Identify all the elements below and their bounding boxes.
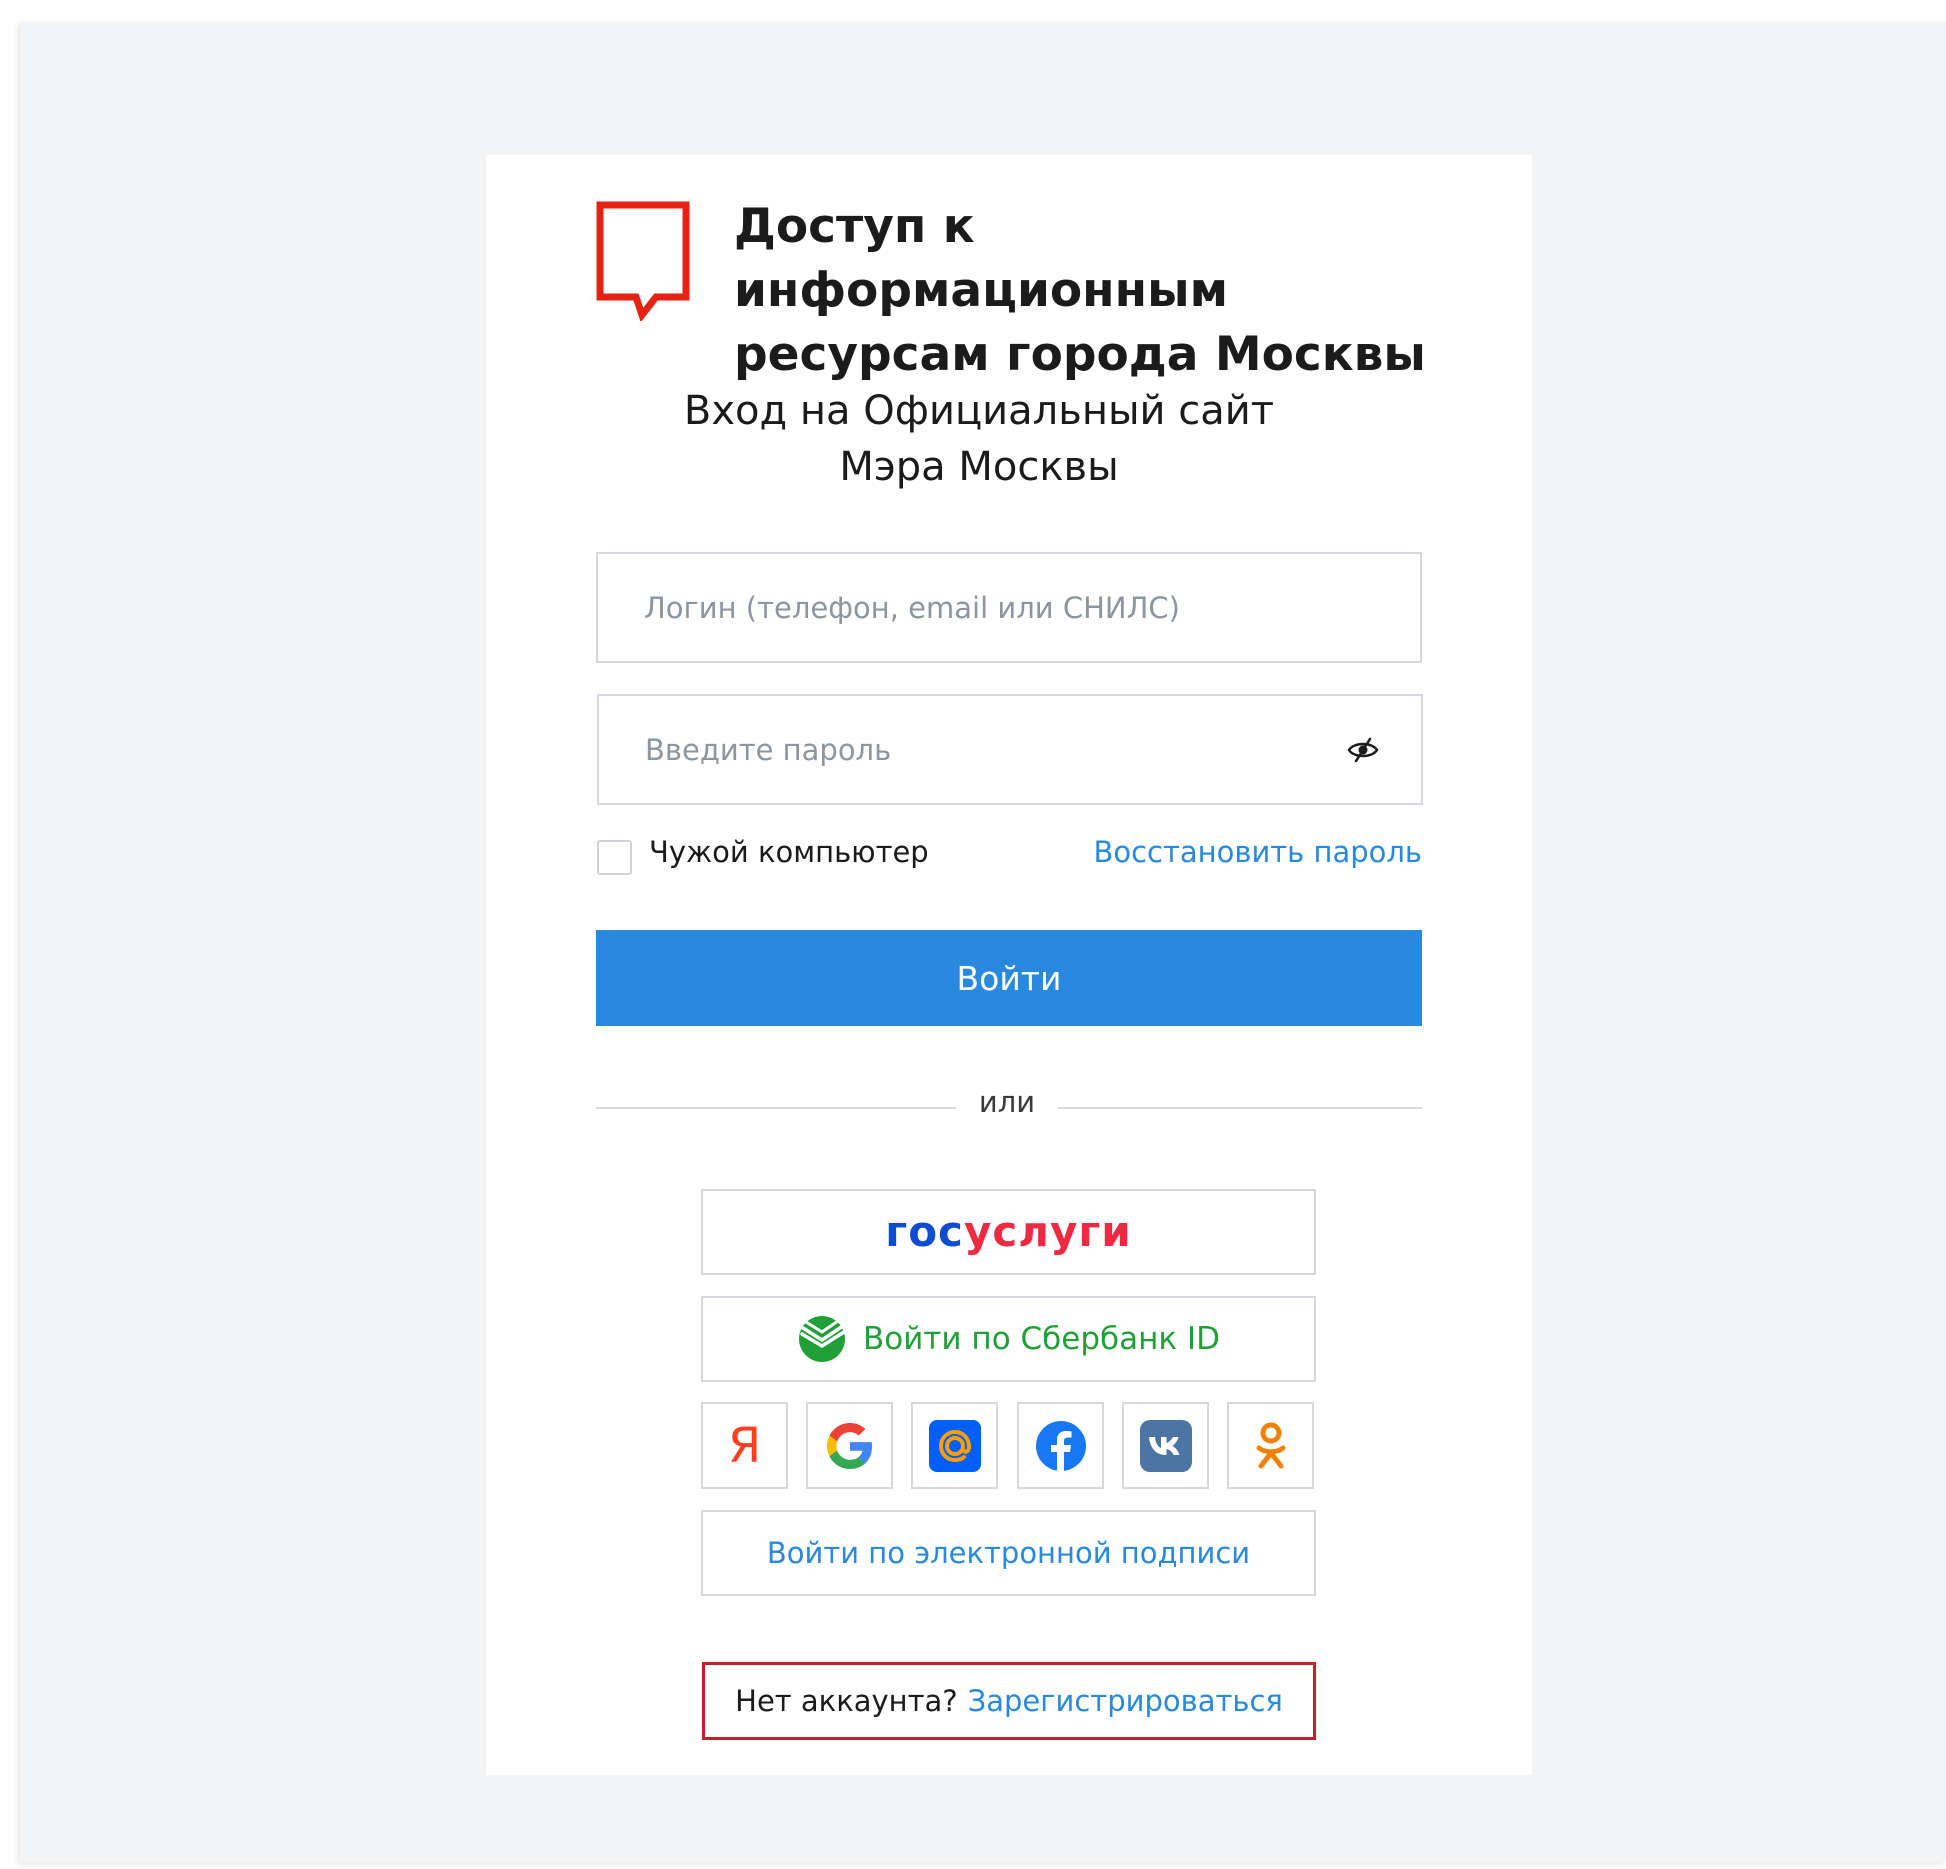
odnoklassniki-login-button[interactable] — [1227, 1402, 1314, 1489]
login-card: Доступ к информационным ресурсам города … — [486, 155, 1532, 1775]
sber-id-button[interactable]: Войти по Сбербанк ID — [701, 1296, 1316, 1382]
sber-id-label: Войти по Сбербанк ID — [862, 1321, 1220, 1357]
sber-icon — [798, 1316, 846, 1362]
divider-right-line — [1058, 1107, 1422, 1109]
password-input[interactable] — [645, 696, 1325, 803]
password-field[interactable] — [597, 694, 1423, 805]
register-link[interactable]: Зарегистрироваться — [968, 1684, 1283, 1718]
facebook-icon — [1035, 1420, 1086, 1472]
register-prompt-text: Нет аккаунта? — [735, 1684, 958, 1718]
register-prompt: Нет аккаунта? Зарегистрироваться — [702, 1662, 1316, 1740]
vk-icon — [1139, 1419, 1192, 1472]
gosuslugi-logo-part2: услуги — [963, 1207, 1132, 1256]
divider-left-line — [596, 1107, 956, 1109]
login-input[interactable] — [644, 554, 1324, 661]
login-submit-button[interactable]: Войти — [596, 930, 1422, 1026]
esignature-login-button[interactable]: Войти по электронной подписи — [701, 1510, 1316, 1596]
brand-title: Доступ к информационным ресурсам города … — [734, 199, 1426, 382]
esignature-label: Войти по электронной подписи — [766, 1536, 1251, 1570]
foreign-computer-checkbox[interactable] — [597, 840, 632, 875]
vk-login-button[interactable] — [1122, 1402, 1209, 1489]
eye-slash-icon[interactable] — [1347, 736, 1379, 764]
page-background: Доступ к информационным ресурсам города … — [20, 22, 1946, 1862]
mailru-login-button[interactable] — [911, 1402, 998, 1489]
login-heading: Вход на Официальный сайт Мэра Москвы — [683, 388, 1275, 490]
mos-ru-logo-icon — [596, 201, 690, 321]
google-icon — [826, 1422, 872, 1469]
yandex-icon: Я — [727, 1417, 762, 1474]
gosuslugi-button[interactable]: госуслуги — [701, 1189, 1316, 1275]
mailru-icon — [928, 1419, 981, 1472]
facebook-login-button[interactable] — [1017, 1402, 1104, 1489]
yandex-login-button[interactable]: Я — [701, 1402, 788, 1489]
forgot-password-link[interactable]: Восстановить пароль — [1093, 835, 1422, 869]
gosuslugi-logo-part1: гос — [885, 1207, 964, 1256]
divider-text: или — [978, 1085, 1036, 1119]
google-login-button[interactable] — [806, 1402, 893, 1489]
foreign-computer-label[interactable]: Чужой компьютер — [649, 835, 929, 869]
login-field[interactable] — [596, 552, 1422, 663]
gosuslugi-logo: госуслуги — [885, 1211, 1132, 1253]
odnoklassniki-icon — [1256, 1422, 1285, 1468]
